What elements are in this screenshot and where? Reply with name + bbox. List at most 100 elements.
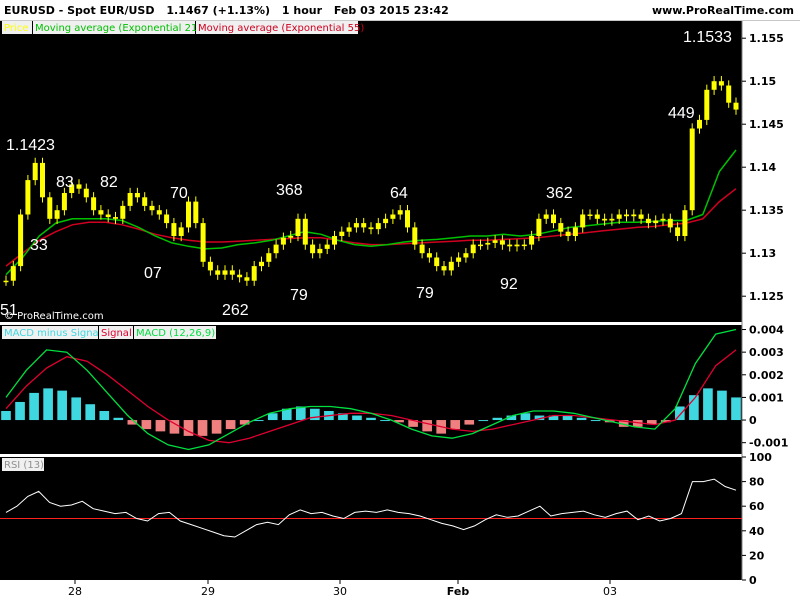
- x-tick-label: Feb: [447, 585, 470, 598]
- price-candle: [456, 257, 462, 262]
- price-annotation: 1.1423: [6, 137, 55, 154]
- macd-panel-background: [0, 325, 742, 454]
- price-candle: [492, 240, 498, 243]
- price-candle: [105, 214, 111, 218]
- macd-histogram-bar: [1, 411, 11, 421]
- macd-histogram-bar: [15, 401, 25, 421]
- price-annotation: 262: [222, 302, 249, 319]
- price-candle: [675, 227, 681, 236]
- price-candle: [266, 253, 272, 262]
- price-candle: [273, 244, 279, 254]
- price-annotation: 83: [56, 174, 74, 191]
- price-ytick-label: 1.15: [749, 75, 776, 88]
- price-candle: [485, 242, 491, 245]
- price-candle: [339, 231, 345, 236]
- price-candle: [704, 89, 710, 120]
- price-candle: [346, 227, 352, 232]
- price-candle: [697, 119, 702, 129]
- macd-histogram-bar: [576, 417, 587, 421]
- price-candle: [149, 205, 155, 211]
- price-candle: [609, 218, 615, 221]
- macd-histogram-bar: [562, 415, 573, 421]
- price-legend-entry: Moving average (Exponential 21): [35, 23, 201, 34]
- price-candle: [142, 197, 148, 206]
- macd-histogram-bar: [717, 390, 727, 421]
- macd-ytick-label: 0.003: [749, 346, 784, 359]
- macd-histogram-bar: [43, 388, 53, 421]
- macd-histogram-bar: [450, 420, 461, 430]
- price-candle: [156, 210, 162, 215]
- price-candle: [193, 201, 199, 224]
- price-candle: [645, 218, 651, 224]
- macd-histogram-bar: [478, 420, 489, 422]
- macd-histogram-bar: [590, 420, 601, 422]
- price-candle: [47, 197, 53, 219]
- macd-ytick-label: 0: [749, 414, 757, 427]
- price-candle: [733, 102, 739, 110]
- price-candle: [18, 214, 24, 267]
- macd-ytick-label: 0.004: [749, 324, 784, 337]
- price-candle: [711, 81, 717, 90]
- price-candle: [426, 253, 432, 258]
- macd-histogram-bar: [520, 413, 531, 421]
- price-candle: [368, 227, 374, 230]
- price-candle: [667, 218, 673, 228]
- price-candle: [718, 81, 724, 86]
- price-annotation: 92: [500, 276, 518, 293]
- time-axis-strip: [0, 580, 800, 600]
- price-candle: [470, 244, 476, 254]
- price-candle: [178, 227, 184, 236]
- price-candle: [726, 85, 732, 103]
- x-tick-label: 29: [201, 585, 215, 598]
- macd-histogram-bar: [57, 390, 67, 421]
- price-candle: [32, 162, 38, 181]
- price-candle: [54, 210, 60, 219]
- price-candle: [25, 180, 31, 215]
- macd-histogram-bar: [99, 411, 110, 421]
- x-tick-label: 28: [68, 585, 82, 598]
- macd-histogram-bar: [155, 420, 166, 432]
- x-tick-label: 30: [333, 585, 347, 598]
- price-candle: [259, 261, 264, 267]
- price-candle: [317, 248, 323, 254]
- price-candle: [237, 274, 243, 278]
- price-candle: [558, 223, 564, 232]
- macd-histogram-bar: [464, 420, 475, 425]
- macd-histogram-bar: [141, 420, 152, 430]
- price-ytick-label: 1.14: [749, 161, 776, 174]
- price-candle: [120, 205, 126, 219]
- macd-histogram-bar: [85, 404, 96, 421]
- price-annotation: 70: [170, 185, 188, 202]
- macd-ytick-label: 0.002: [749, 369, 784, 382]
- price-candle: [441, 266, 447, 271]
- price-annotation: 07: [144, 265, 162, 282]
- price-candle: [3, 280, 9, 283]
- price-ytick-label: 1.13: [749, 247, 776, 260]
- price-candle: [127, 193, 133, 206]
- price-annotation: 368: [276, 182, 303, 199]
- chart-canvas: 1.155 1.15 1.145 1.14 1.135 1.13 1.125 1.1423 33…: [0, 21, 800, 600]
- price-candle: [215, 270, 221, 275]
- price-candle: [40, 162, 45, 198]
- macd-ytick-label: -0.001: [749, 437, 788, 450]
- price-candle: [653, 220, 659, 224]
- price-candle: [207, 261, 213, 271]
- price-candle: [580, 214, 586, 228]
- macd-histogram-bar: [380, 420, 390, 422]
- macd-histogram-bar: [352, 415, 362, 421]
- price-candle: [412, 227, 418, 245]
- price-candle: [164, 214, 170, 224]
- price-candle: [10, 266, 16, 281]
- price-candle: [200, 223, 206, 262]
- price-candle: [405, 210, 410, 228]
- macd-histogram-bar: [211, 420, 222, 434]
- price-candle: [295, 218, 301, 236]
- price-candle: [521, 244, 527, 247]
- macd-histogram-bar: [703, 388, 713, 421]
- price-candle: [134, 193, 140, 198]
- price-ytick-label: 1.155: [749, 32, 784, 45]
- rsi-ytick-label: 40: [749, 525, 765, 538]
- price-candle: [186, 201, 191, 228]
- price-candle: [499, 240, 505, 245]
- price-candle: [353, 223, 359, 228]
